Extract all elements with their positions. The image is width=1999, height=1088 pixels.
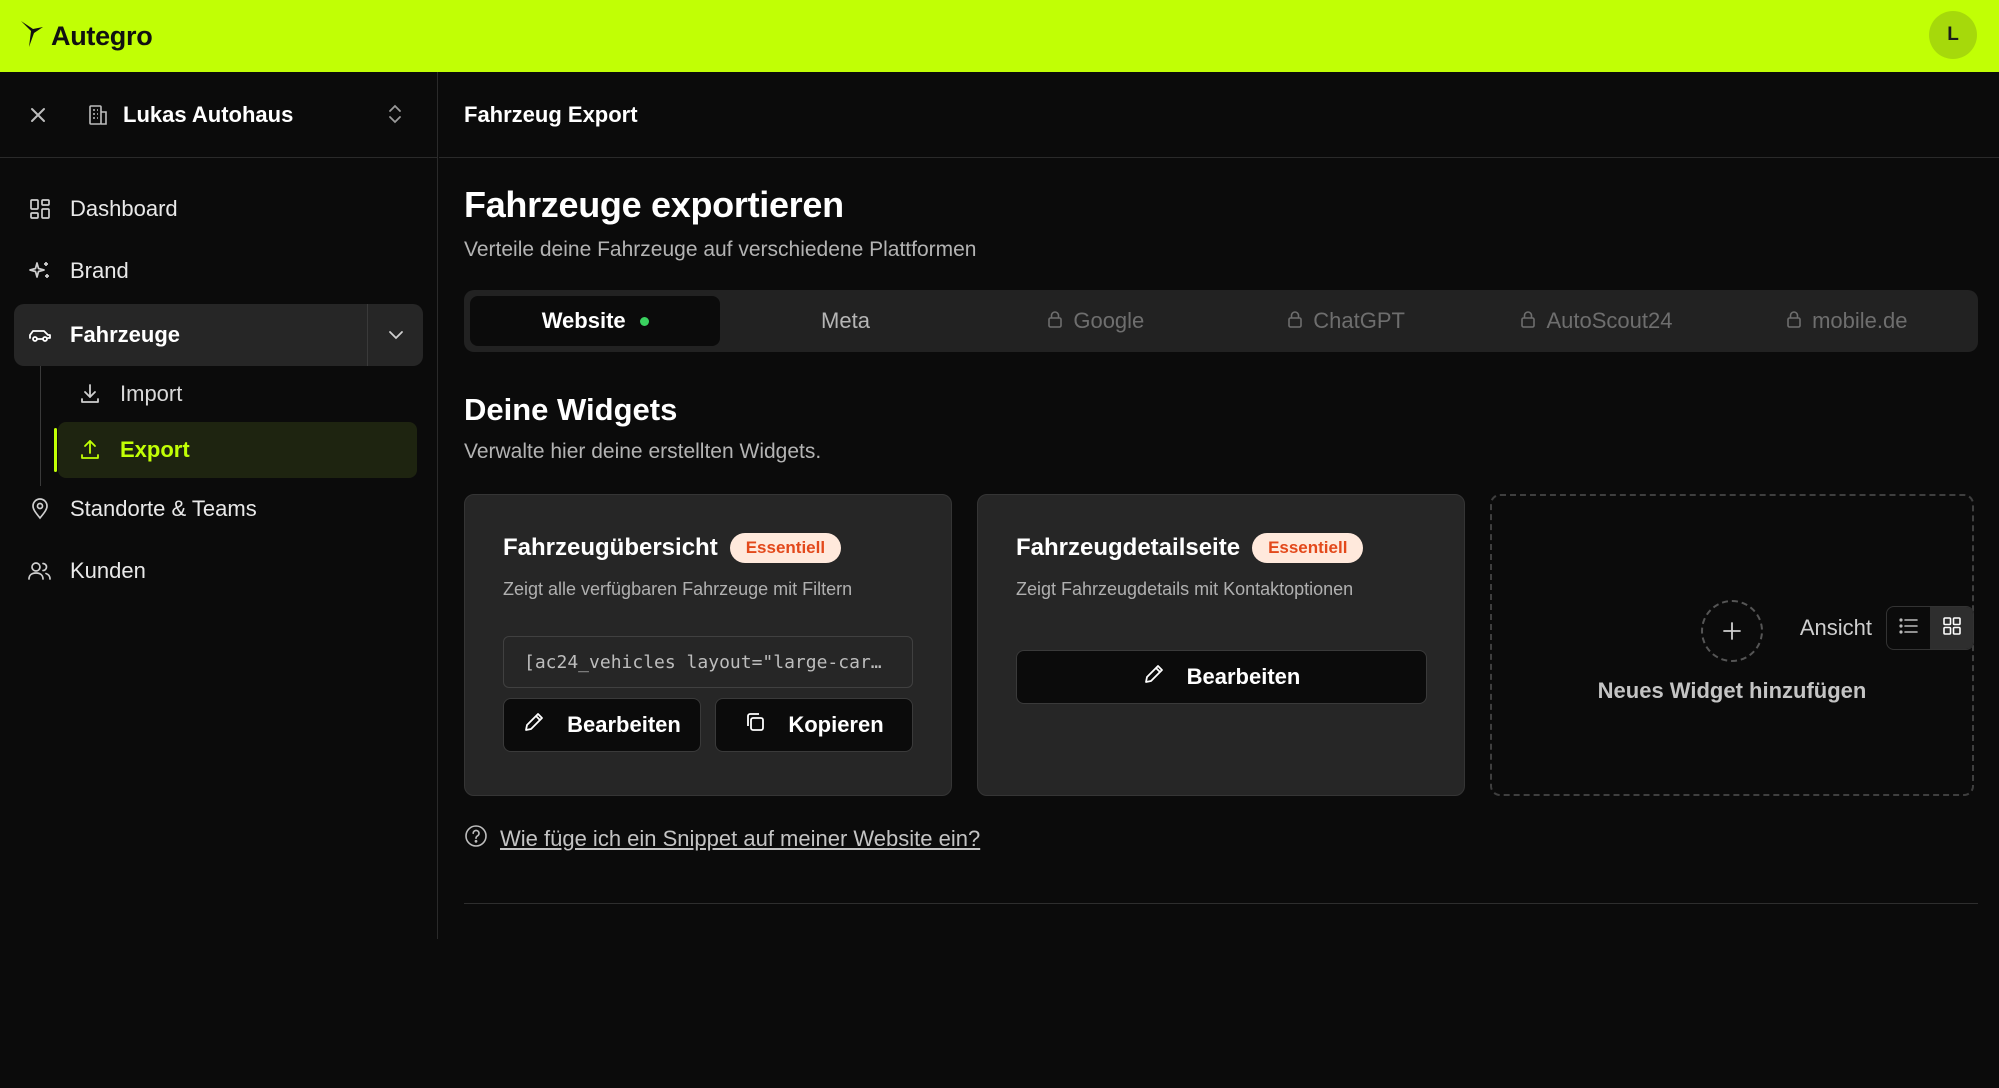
grid-view-button[interactable] bbox=[1930, 607, 1973, 649]
list-icon bbox=[1898, 617, 1919, 640]
help-circle-icon bbox=[464, 824, 488, 853]
app-name: Autegro bbox=[51, 20, 153, 51]
sidebar-item-dashboard[interactable]: Dashboard bbox=[14, 178, 423, 240]
chevron-updown-icon[interactable] bbox=[387, 103, 403, 130]
platform-tabs: Website Meta Google ChatGPT AutoScout24 … bbox=[464, 290, 1978, 352]
copy-label: Kopieren bbox=[788, 712, 884, 737]
sidebar-item-kunden[interactable]: Kunden bbox=[14, 540, 423, 602]
status-badge: Essentiell bbox=[729, 533, 842, 563]
sidebar-item-export[interactable]: Export bbox=[54, 422, 417, 478]
sidebar-item-import[interactable]: Import bbox=[58, 366, 417, 422]
view-toggle-group bbox=[1886, 606, 1974, 650]
sidebar-item-label: Fahrzeuge bbox=[70, 322, 181, 347]
tab-label: Website bbox=[541, 308, 626, 333]
list-view-button[interactable] bbox=[1887, 607, 1930, 649]
map-pin-icon bbox=[26, 495, 54, 523]
lock-icon bbox=[1786, 308, 1802, 334]
view-toggle: Ansicht bbox=[1800, 606, 1974, 650]
sidebar-item-label: Standorte & Teams bbox=[70, 496, 257, 521]
sidebar-item-fahrzeuge[interactable]: Fahrzeuge bbox=[14, 304, 423, 366]
status-badge: Essentiell bbox=[1252, 533, 1364, 563]
tab-google[interactable]: Google bbox=[971, 296, 1221, 346]
page-subtitle: Verteile deine Fahrzeuge auf verschieden… bbox=[464, 238, 977, 261]
tab-website[interactable]: Website bbox=[470, 296, 721, 346]
tab-autoscout24[interactable]: AutoScout24 bbox=[1471, 296, 1721, 346]
org-name: Lukas Autohaus bbox=[123, 101, 294, 127]
tab-label: AutoScout24 bbox=[1546, 308, 1673, 333]
sidebar-item-label: Dashboard bbox=[70, 196, 178, 221]
widget-description: Zeigt alle verfügbaren Fahrzeuge mit Fil… bbox=[503, 579, 853, 599]
widget-title: Fahrzeugübersicht bbox=[503, 534, 718, 561]
copy-button[interactable]: Kopieren bbox=[715, 698, 913, 752]
user-avatar[interactable]: L bbox=[1929, 11, 1977, 59]
widget-description: Zeigt Fahrzeugdetails mit Kontaktoptione… bbox=[1016, 579, 1354, 599]
main-area: Fahrzeug Export Fahrzeuge exportieren Ve… bbox=[439, 72, 1999, 1088]
pencil-icon bbox=[1143, 663, 1165, 691]
widgets-title: Deine Widgets bbox=[464, 392, 678, 427]
content: Fahrzeuge exportieren Verteile deine Fah… bbox=[439, 184, 1999, 904]
tab-mobile-de[interactable]: mobile.de bbox=[1722, 296, 1972, 346]
tab-label: Meta bbox=[821, 308, 870, 333]
widget-card-fahrzeugdetailseite: Fahrzeugdetailseite Essentiell Zeigt Fah… bbox=[977, 494, 1465, 796]
sidebar-item-brand[interactable]: Brand bbox=[14, 240, 423, 302]
help-row: Wie füge ich ein Snippet auf meiner Webs… bbox=[464, 824, 1974, 853]
sidebar-item-standorte[interactable]: Standorte & Teams bbox=[14, 478, 423, 540]
submenu-line bbox=[40, 366, 41, 486]
snippet-field[interactable]: [ac24_vehicles layout="large-car… bbox=[503, 636, 913, 688]
sidebar-item-label: Brand bbox=[70, 258, 129, 283]
app-logo[interactable]: Autegro bbox=[19, 19, 153, 54]
chevron-down-icon[interactable] bbox=[367, 304, 423, 366]
widget-title: Fahrzeugdetailseite bbox=[1016, 534, 1241, 561]
widget-cards: Fahrzeugübersicht Essentiell Zeigt alle … bbox=[464, 494, 1974, 796]
lock-icon bbox=[1047, 308, 1063, 334]
header-title: Fahrzeug Export bbox=[439, 72, 1999, 158]
top-bar: Autegro L bbox=[0, 0, 1999, 72]
org-switcher[interactable]: Lukas Autohaus bbox=[0, 72, 437, 158]
grid-icon bbox=[1942, 616, 1962, 641]
fahrzeuge-submenu: Import Export bbox=[40, 366, 437, 486]
edit-button[interactable]: Bearbeiten bbox=[1016, 650, 1427, 704]
upload-icon bbox=[76, 436, 104, 464]
tab-label: Google bbox=[1073, 308, 1145, 333]
tab-label: mobile.de bbox=[1812, 308, 1908, 333]
close-sidebar-icon[interactable] bbox=[26, 103, 50, 127]
sidebar-item-label: Import bbox=[120, 381, 183, 406]
view-label: Ansicht bbox=[1799, 615, 1872, 640]
pencil-icon bbox=[523, 711, 545, 739]
widget-card-fahrzeuguebersicht: Fahrzeugübersicht Essentiell Zeigt alle … bbox=[464, 494, 952, 796]
lock-icon bbox=[1287, 308, 1303, 334]
page-title: Fahrzeuge exportieren bbox=[464, 184, 844, 225]
users-icon bbox=[26, 557, 54, 585]
sidebar-nav: Dashboard Brand Fahrzeuge Import Export … bbox=[0, 158, 437, 602]
help-link[interactable]: Wie füge ich ein Snippet auf meiner Webs… bbox=[500, 826, 980, 852]
download-icon bbox=[76, 380, 104, 408]
tab-chatgpt[interactable]: ChatGPT bbox=[1221, 296, 1471, 346]
sidebar-item-label: Kunden bbox=[70, 558, 146, 583]
copy-icon bbox=[744, 711, 766, 739]
dashboard-icon bbox=[26, 195, 54, 223]
status-dot bbox=[639, 316, 649, 326]
widgets-subtitle: Verwalte hier deine erstellten Widgets. bbox=[464, 440, 822, 463]
sparkles-icon bbox=[26, 257, 54, 285]
sidebar-item-label: Export bbox=[120, 437, 190, 462]
edit-button[interactable]: Bearbeiten bbox=[503, 698, 701, 752]
car-icon bbox=[26, 321, 54, 349]
edit-label: Bearbeiten bbox=[1186, 664, 1301, 689]
add-widget-label: Neues Widget hinzufügen bbox=[1597, 678, 1867, 703]
sidebar: Lukas Autohaus Dashboard Brand Fahrzeuge bbox=[0, 72, 438, 939]
building-icon bbox=[86, 102, 112, 128]
tab-meta[interactable]: Meta bbox=[720, 296, 970, 346]
edit-label: Bearbeiten bbox=[567, 712, 681, 737]
lock-icon bbox=[1520, 308, 1536, 334]
autegro-logo-icon bbox=[19, 19, 45, 54]
divider bbox=[464, 903, 1978, 904]
plus-icon bbox=[1701, 600, 1763, 662]
tab-label: ChatGPT bbox=[1313, 308, 1405, 333]
